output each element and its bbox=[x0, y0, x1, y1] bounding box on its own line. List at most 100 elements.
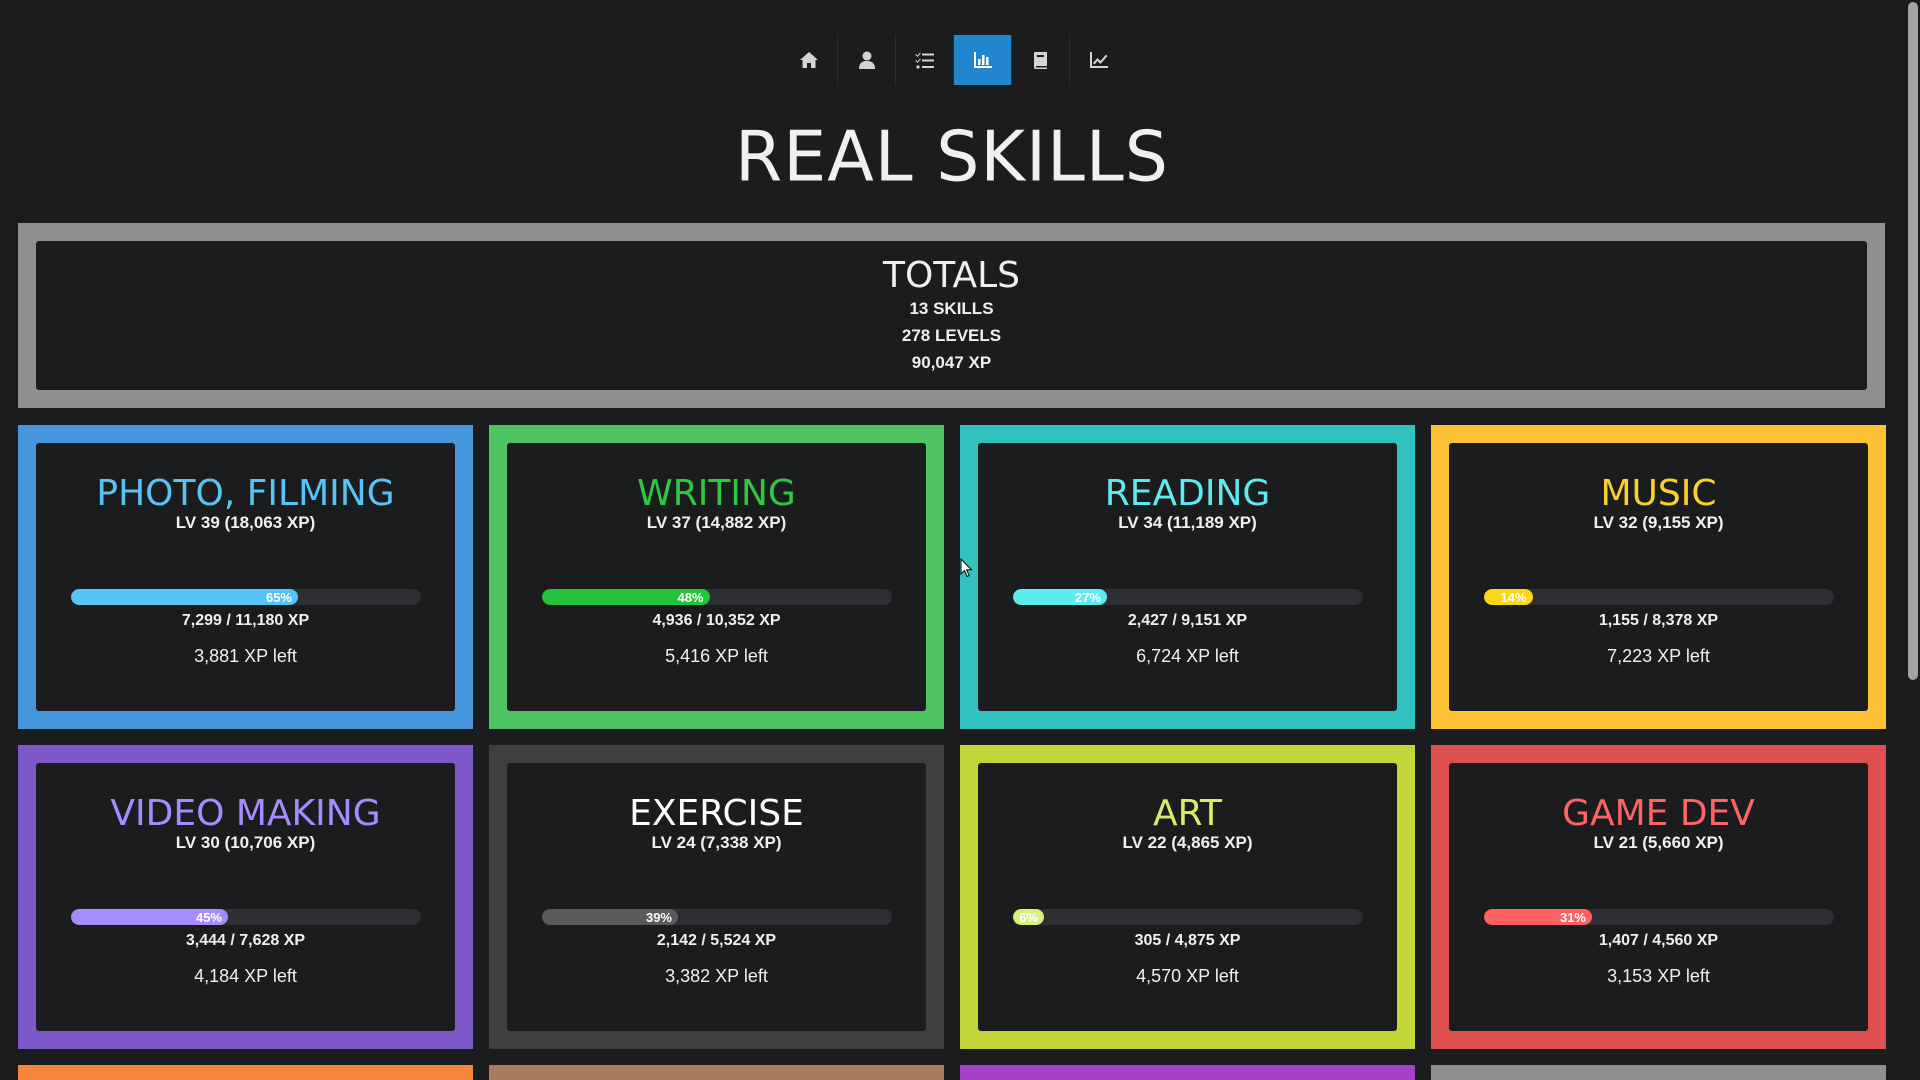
skill-name: EXERCISE bbox=[629, 793, 804, 834]
skill-progress-bar: 14% bbox=[1483, 589, 1834, 605]
skill-card-partial[interactable] bbox=[960, 1065, 1415, 1080]
skill-xp-progress: 1,407 / 4,560 XP bbox=[1598, 932, 1719, 949]
skill-progress-bar: 48% bbox=[541, 589, 892, 605]
skill-progress-fill: 6% bbox=[1012, 909, 1044, 925]
next-row-cards bbox=[18, 1065, 1886, 1080]
scrollbar-thumb[interactable] bbox=[1908, 2, 1918, 680]
skill-level: LV 34 (11,189 XP) bbox=[1118, 513, 1257, 532]
skill-card[interactable]: PHOTO, FILMING LV 39 (18,063 XP) 65% 7,2… bbox=[18, 425, 473, 729]
skill-progress-percent: 45% bbox=[195, 909, 222, 925]
skill-card-partial[interactable] bbox=[18, 1065, 473, 1080]
skill-card-inner: GAME DEV LV 21 (5,660 XP) 31% 1,407 / 4,… bbox=[1449, 763, 1868, 1031]
skill-progress-percent: 6% bbox=[1019, 909, 1038, 925]
bar-chart-icon bbox=[973, 52, 992, 68]
line-chart-icon bbox=[1090, 52, 1108, 68]
skill-card-inner: READING LV 34 (11,189 XP) 27% 2,427 / 9,… bbox=[978, 443, 1397, 711]
home-icon bbox=[799, 52, 818, 68]
skill-progress-percent: 14% bbox=[1500, 589, 1527, 605]
skill-grid: PHOTO, FILMING LV 39 (18,063 XP) 65% 7,2… bbox=[18, 425, 1886, 1049]
skill-level: LV 32 (9,155 XP) bbox=[1593, 513, 1724, 532]
skill-card-inner: MUSIC LV 32 (9,155 XP) 14% 1,155 / 8,378… bbox=[1449, 443, 1868, 711]
user-icon bbox=[858, 51, 875, 69]
skill-progress-percent: 31% bbox=[1559, 909, 1586, 925]
skill-xp-progress: 7,299 / 11,180 XP bbox=[181, 612, 310, 629]
skill-level: LV 37 (14,882 XP) bbox=[646, 513, 787, 532]
totals-skills: 13 SKILLS bbox=[909, 299, 994, 318]
skill-card-inner: PHOTO, FILMING LV 39 (18,063 XP) 65% 7,2… bbox=[36, 443, 455, 711]
skill-progress-fill: 14% bbox=[1483, 589, 1533, 605]
scrollbar[interactable] bbox=[1904, 0, 1920, 1080]
skill-xp-left: 4,184 XP left bbox=[194, 966, 297, 986]
page-title: REAL SKILLS bbox=[735, 117, 1169, 198]
skill-progress-percent: 48% bbox=[677, 589, 704, 605]
skill-progress-bar: 39% bbox=[541, 909, 892, 925]
skill-card[interactable]: GAME DEV LV 21 (5,660 XP) 31% 1,407 / 4,… bbox=[1431, 745, 1886, 1049]
skill-xp-left: 6,724 XP left bbox=[1136, 646, 1239, 666]
skill-xp-left: 5,416 XP left bbox=[665, 646, 768, 666]
skill-progress-bar: 6% bbox=[1012, 909, 1363, 925]
skill-card[interactable]: ART LV 22 (4,865 XP) 6% 305 / 4,875 XP 4… bbox=[960, 745, 1415, 1049]
skill-card[interactable]: MUSIC LV 32 (9,155 XP) 14% 1,155 / 8,378… bbox=[1431, 425, 1886, 729]
skill-xp-progress: 2,142 / 5,524 XP bbox=[656, 932, 777, 949]
skill-card[interactable]: WRITING LV 37 (14,882 XP) 48% 4,936 / 10… bbox=[489, 425, 944, 729]
skill-progress-bar: 65% bbox=[70, 589, 421, 605]
skill-name: VIDEO MAKING bbox=[110, 793, 381, 834]
skill-xp-progress: 2,427 / 9,151 XP bbox=[1127, 612, 1248, 629]
skill-level: LV 39 (18,063 XP) bbox=[175, 513, 316, 532]
skill-xp-left: 4,570 XP left bbox=[1136, 966, 1239, 986]
skill-card-inner: VIDEO MAKING LV 30 (10,706 XP) 45% 3,444… bbox=[36, 763, 455, 1031]
skill-card-inner: ART LV 22 (4,865 XP) 6% 305 / 4,875 XP 4… bbox=[978, 763, 1397, 1031]
totals-card: TOTALS 13 SKILLS 278 LEVELS 90,047 XP bbox=[18, 223, 1885, 408]
skill-card-partial[interactable] bbox=[1431, 1065, 1886, 1080]
skill-xp-left: 7,223 XP left bbox=[1607, 646, 1710, 666]
skill-xp-progress: 1,155 / 8,378 XP bbox=[1598, 612, 1719, 629]
skill-name: READING bbox=[1104, 473, 1271, 514]
skill-progress-fill: 45% bbox=[70, 909, 228, 925]
skill-level: LV 22 (4,865 XP) bbox=[1122, 833, 1253, 852]
skill-name: MUSIC bbox=[1600, 473, 1717, 514]
top-nav bbox=[780, 35, 1128, 85]
skill-progress-bar: 27% bbox=[1012, 589, 1363, 605]
totals-xp: 90,047 XP bbox=[911, 353, 992, 372]
skill-xp-progress: 3,444 / 7,628 XP bbox=[185, 932, 306, 949]
tasks-icon bbox=[914, 52, 934, 69]
totals-inner: TOTALS 13 SKILLS 278 LEVELS 90,047 XP bbox=[36, 241, 1867, 390]
skill-card[interactable]: READING LV 34 (11,189 XP) 27% 2,427 / 9,… bbox=[960, 425, 1415, 729]
skill-progress-percent: 65% bbox=[265, 589, 292, 605]
skill-card[interactable]: VIDEO MAKING LV 30 (10,706 XP) 45% 3,444… bbox=[18, 745, 473, 1049]
skill-xp-progress: 4,936 / 10,352 XP bbox=[652, 612, 781, 629]
skill-progress-fill: 39% bbox=[541, 909, 678, 925]
skill-progress-fill: 27% bbox=[1012, 589, 1107, 605]
nav-stats[interactable] bbox=[1070, 35, 1128, 85]
nav-home[interactable] bbox=[780, 35, 838, 85]
skill-xp-left: 3,881 XP left bbox=[194, 646, 297, 666]
skill-level: LV 24 (7,338 XP) bbox=[651, 833, 782, 852]
skill-progress-fill: 65% bbox=[70, 589, 298, 605]
skill-level: LV 30 (10,706 XP) bbox=[175, 833, 316, 852]
skill-name: ART bbox=[1152, 793, 1222, 834]
nav-profile[interactable] bbox=[838, 35, 896, 85]
skill-progress-percent: 27% bbox=[1074, 589, 1101, 605]
nav-skills[interactable] bbox=[954, 35, 1012, 85]
skill-progress-bar: 45% bbox=[70, 909, 421, 925]
skill-card[interactable]: EXERCISE LV 24 (7,338 XP) 39% 2,142 / 5,… bbox=[489, 745, 944, 1049]
skill-card-partial[interactable] bbox=[489, 1065, 944, 1080]
skill-progress-fill: 31% bbox=[1483, 909, 1592, 925]
mouse-cursor-icon bbox=[960, 558, 973, 578]
skill-xp-left: 3,382 XP left bbox=[665, 966, 768, 986]
book-icon bbox=[1033, 52, 1047, 69]
skill-name: GAME DEV bbox=[1562, 793, 1755, 834]
skill-progress-fill: 48% bbox=[541, 589, 710, 605]
nav-journal[interactable] bbox=[1012, 35, 1070, 85]
skill-card-inner: WRITING LV 37 (14,882 XP) 48% 4,936 / 10… bbox=[507, 443, 926, 711]
totals-levels: 278 LEVELS bbox=[901, 326, 1002, 345]
nav-tasks[interactable] bbox=[896, 35, 954, 85]
skill-card-inner: EXERCISE LV 24 (7,338 XP) 39% 2,142 / 5,… bbox=[507, 763, 926, 1031]
skill-xp-progress: 305 / 4,875 XP bbox=[1134, 932, 1241, 949]
skill-level: LV 21 (5,660 XP) bbox=[1593, 833, 1724, 852]
skill-name: PHOTO, FILMING bbox=[96, 473, 395, 514]
page: REAL SKILLS TOTALS 13 SKILLS 278 LEVELS … bbox=[0, 0, 1920, 1080]
skill-xp-left: 3,153 XP left bbox=[1607, 966, 1710, 986]
totals-heading: TOTALS bbox=[882, 255, 1021, 296]
skill-progress-percent: 39% bbox=[645, 909, 672, 925]
